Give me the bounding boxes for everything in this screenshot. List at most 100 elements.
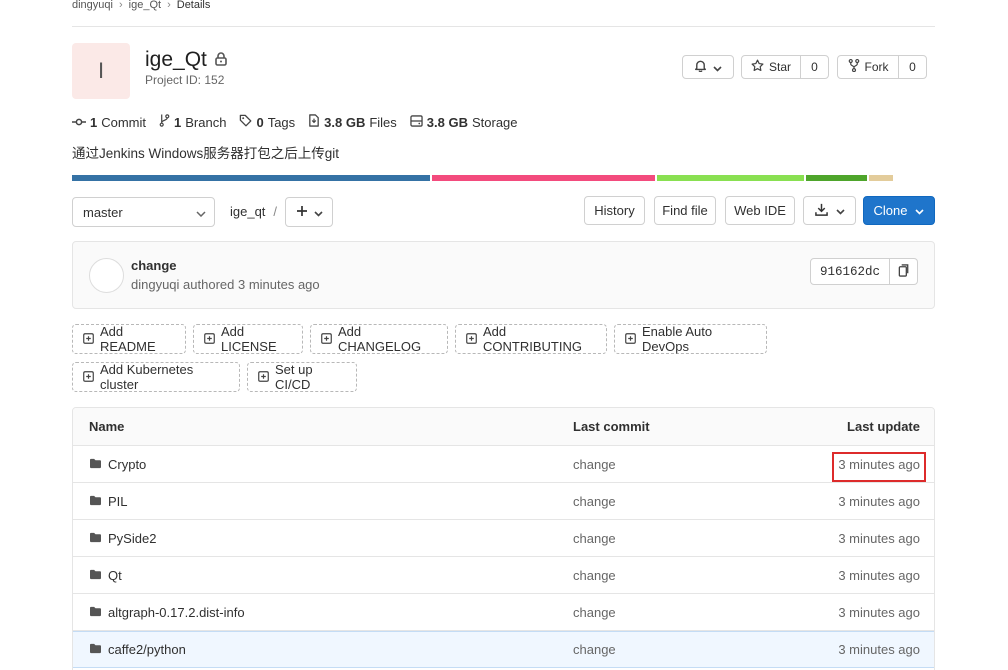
fork-button-group: Fork 0 xyxy=(837,55,927,79)
stat-tags[interactable]: 0 Tags xyxy=(239,114,295,130)
commit-author[interactable]: dingyuqi xyxy=(131,277,179,292)
branch-icon xyxy=(159,114,170,130)
folder-icon xyxy=(89,457,102,472)
table-row[interactable]: PIL change 3 minutes ago xyxy=(73,483,934,520)
breadcrumb-item-details[interactable]: Details xyxy=(177,0,211,11)
add-kubernetes-cluster-label: Add Kubernetes cluster xyxy=(100,362,194,392)
add-contributing-button[interactable]: Add CONTRIBUTING xyxy=(455,324,607,354)
star-icon xyxy=(751,59,764,75)
branch-selector[interactable]: master xyxy=(72,197,215,227)
add-readme-button[interactable]: Add README xyxy=(72,324,186,354)
table-row[interactable]: Crypto change 3 minutes ago xyxy=(73,446,934,483)
add-license-button[interactable]: Add LICENSE xyxy=(193,324,303,354)
chevron-down-icon xyxy=(196,205,206,220)
add-changelog-button[interactable]: Add CHANGELOG xyxy=(310,324,448,354)
enable-auto-devops-button[interactable]: Enable Auto DevOps xyxy=(614,324,767,354)
language-segment-0[interactable] xyxy=(72,175,430,181)
add-contributing-label: Add CONTRIBUTING xyxy=(483,324,582,354)
download-dropdown[interactable] xyxy=(803,196,856,225)
chevron-down-icon xyxy=(835,203,845,218)
clone-dropdown[interactable]: Clone xyxy=(863,196,935,225)
add-changelog-label: Add CHANGELOG xyxy=(338,324,422,354)
row-last-update: 3 minutes ago xyxy=(838,493,920,509)
set-up-ci-cd-button[interactable]: Set up CI/CD xyxy=(247,362,357,392)
find-file-button[interactable]: Find file xyxy=(654,196,716,225)
files-icon xyxy=(308,114,320,130)
language-segment-1[interactable] xyxy=(432,175,655,181)
header-divider xyxy=(72,26,935,27)
table-row[interactable]: altgraph-0.17.2.dist-info change 3 minut… xyxy=(73,594,934,631)
row-commit-message[interactable]: change xyxy=(573,457,616,472)
language-segment-2[interactable] xyxy=(657,175,804,181)
file-name[interactable]: PySide2 xyxy=(89,531,156,546)
commit-title[interactable]: change xyxy=(131,258,177,273)
row-commit-message[interactable]: change xyxy=(573,568,616,583)
add-kubernetes-cluster-button[interactable]: Add Kubernetes cluster xyxy=(72,362,240,392)
table-row[interactable]: caffe2/python change 3 minutes ago xyxy=(73,631,934,668)
stat-branches-label: Branch xyxy=(185,114,227,130)
plus-square-icon xyxy=(83,370,94,385)
fork-count[interactable]: 0 xyxy=(898,56,926,78)
stat-commits-value: 1 xyxy=(90,114,98,130)
file-name[interactable]: caffe2/python xyxy=(89,642,186,657)
project-description: 通过Jenkins Windows服务器打包之后上传git xyxy=(72,146,340,161)
stat-branches[interactable]: 1 Branch xyxy=(159,114,226,130)
path-root-link[interactable]: ige_qt xyxy=(230,204,265,219)
table-row[interactable]: PySide2 change 3 minutes ago xyxy=(73,520,934,557)
row-last-update: 3 minutes ago xyxy=(838,604,920,620)
star-button[interactable]: Star xyxy=(742,56,800,78)
folder-icon xyxy=(89,642,102,657)
copy-sha-button[interactable] xyxy=(890,258,918,285)
table-row[interactable]: Qt change 3 minutes ago xyxy=(73,557,934,594)
plus-square-icon xyxy=(625,332,636,347)
file-name[interactable]: Crypto xyxy=(89,457,146,472)
file-name-label: altgraph-0.17.2.dist-info xyxy=(108,604,245,620)
folder-icon xyxy=(89,494,102,509)
web-ide-button[interactable]: Web IDE xyxy=(725,196,795,225)
author-avatar[interactable] xyxy=(89,258,124,293)
column-header-last-commit: Last commit xyxy=(573,419,650,434)
path-separator: / xyxy=(273,204,278,219)
row-commit-message[interactable]: change xyxy=(573,494,616,509)
add-readme-label: Add README xyxy=(100,324,156,354)
copy-icon xyxy=(898,263,910,280)
plus-square-icon xyxy=(204,332,215,347)
stat-files[interactable]: 3.8 GB Files xyxy=(308,114,397,130)
row-commit-message[interactable]: change xyxy=(573,605,616,620)
breadcrumb-item-project[interactable]: ige_Qt xyxy=(129,0,161,11)
row-last-update: 3 minutes ago xyxy=(838,642,920,657)
stat-files-value: 3.8 GB xyxy=(324,114,366,130)
history-button[interactable]: History xyxy=(584,196,645,225)
stat-storage[interactable]: 3.8 GB Storage xyxy=(410,115,518,130)
language-segment-3[interactable] xyxy=(806,175,867,181)
fork-button[interactable]: Fork xyxy=(838,56,898,78)
fork-label: Fork xyxy=(864,60,889,74)
language-segment-4[interactable] xyxy=(869,175,893,181)
notification-dropdown[interactable] xyxy=(682,55,734,79)
breadcrumb-item-user[interactable]: dingyuqi xyxy=(72,0,113,11)
plus-square-icon xyxy=(466,332,477,347)
add-to-tree-dropdown[interactable] xyxy=(285,197,333,227)
set-up-ci-cd-label: Set up CI/CD xyxy=(275,362,313,392)
file-name[interactable]: altgraph-0.17.2.dist-info xyxy=(89,605,245,620)
chevron-right-icon: › xyxy=(167,0,171,11)
plus-square-icon xyxy=(258,370,269,385)
stat-commits[interactable]: 1 Commit xyxy=(72,115,146,130)
project-avatar-letter: I xyxy=(97,58,105,83)
file-tree-table: Name Last commit Last update Crypto chan… xyxy=(72,407,935,670)
star-count[interactable]: 0 xyxy=(800,56,828,78)
commit-sha[interactable]: 916162dc xyxy=(810,258,890,285)
stat-storage-label: Storage xyxy=(471,114,518,130)
repository-language-bar xyxy=(72,175,893,181)
clone-label: Clone xyxy=(873,203,908,218)
row-commit-message[interactable]: change xyxy=(573,642,616,657)
plus-square-icon xyxy=(83,332,94,347)
chevron-down-icon xyxy=(713,60,722,75)
file-name[interactable]: Qt xyxy=(89,568,122,583)
file-name[interactable]: PIL xyxy=(89,494,128,509)
project-title: ige_Qt xyxy=(145,48,227,72)
star-label: Star xyxy=(768,60,791,74)
column-header-name: Name xyxy=(89,419,125,434)
row-commit-message[interactable]: change xyxy=(573,531,616,546)
add-license-label: Add LICENSE xyxy=(221,324,277,354)
